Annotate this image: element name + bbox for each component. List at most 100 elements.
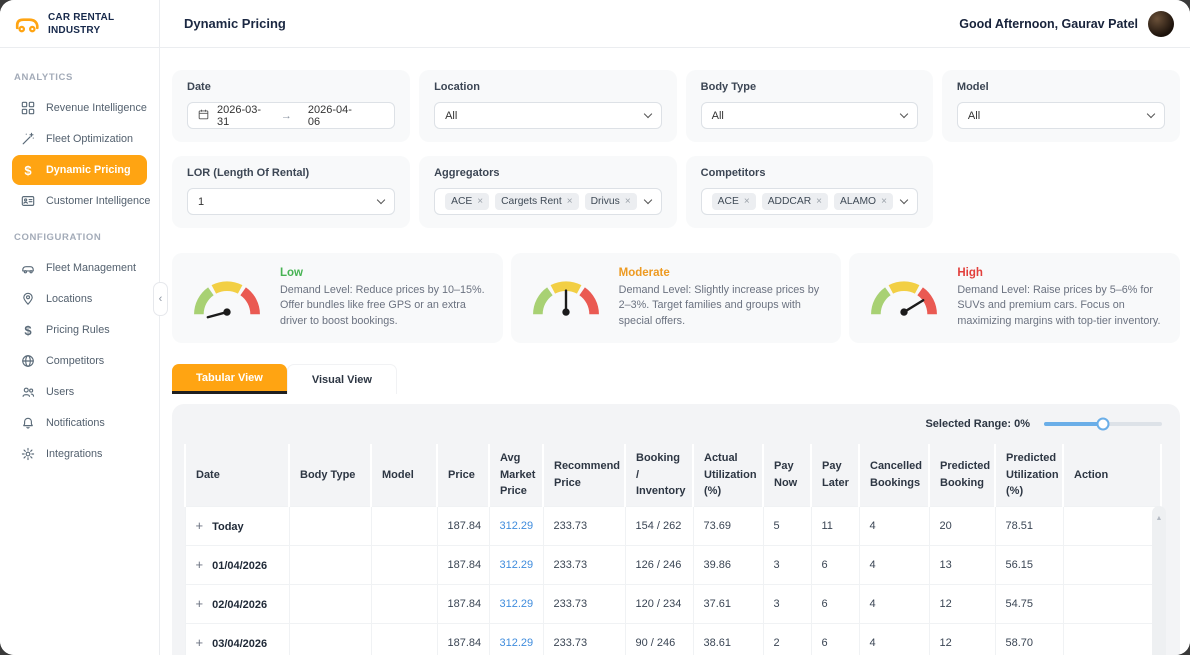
sidebar-item-integrations[interactable]: Integrations [12, 439, 147, 469]
model-value: All [968, 110, 980, 122]
cell-price: 187.84 [437, 545, 489, 584]
cell-actual_utilization: 39.86 [693, 545, 763, 584]
range-slider-handle[interactable] [1097, 418, 1110, 431]
cell-date: +03/04/2026 [185, 623, 289, 655]
sidebar-item-users[interactable]: Users [12, 377, 147, 407]
tab-tabular-view[interactable]: Tabular View [172, 364, 287, 394]
gauge-low-icon [190, 273, 264, 323]
range-slider[interactable] [1044, 422, 1162, 426]
remove-chip-icon[interactable]: × [744, 196, 750, 207]
demand-level-title: Low [280, 267, 485, 279]
lor-select[interactable]: 1 [187, 188, 395, 215]
filter-label: Model [957, 81, 1165, 93]
cell-avg_market_price[interactable]: 312.29 [489, 584, 543, 623]
cell-pay_now: 3 [763, 584, 811, 623]
remove-chip-icon[interactable]: × [567, 196, 573, 207]
cell-date: +02/04/2026 [185, 584, 289, 623]
id-card-icon [20, 193, 36, 209]
location-value: All [445, 110, 457, 122]
sidebar-item-dynamic-pricing[interactable]: $ Dynamic Pricing [12, 155, 147, 185]
cell-avg_market_price[interactable]: 312.29 [489, 623, 543, 655]
chevron-down-icon [643, 196, 651, 204]
user-avatar[interactable] [1148, 11, 1174, 37]
column-header-actual_utilization: Actual Utilization (%) [693, 444, 763, 506]
table-scrollbar[interactable]: ▲ [1152, 506, 1166, 655]
sidebar-item-label: Customer Intelligence [46, 195, 150, 207]
cell-avg_market_price[interactable]: 312.29 [489, 545, 543, 584]
cell-date: +01/04/2026 [185, 545, 289, 584]
chip-aggregator[interactable]: Drivus× [585, 193, 637, 210]
sidebar-section-configuration: CONFIGURATION [0, 232, 159, 243]
chip-aggregator[interactable]: ACE× [445, 193, 489, 210]
filter-lor: LOR (Length Of Rental) 1 [172, 156, 410, 228]
cell-body_type [289, 584, 371, 623]
cell-predicted_booking: 12 [929, 623, 995, 655]
cell-pay_later: 6 [811, 584, 859, 623]
sidebar-item-label: Pricing Rules [46, 324, 110, 336]
filter-date: Date 2026-03-31 → 2026-04-06 [172, 70, 410, 142]
greeting-text: Good Afternoon, Gaurav Patel [959, 17, 1138, 31]
chevron-down-icon [900, 110, 908, 118]
globe-icon [20, 353, 36, 369]
aggregators-multiselect[interactable]: ACE× Cargets Rent× Drivus× [434, 188, 662, 215]
expand-row-button[interactable]: + [196, 596, 204, 611]
filters: Date 2026-03-31 → 2026-04-06 Location Al… [172, 70, 1180, 228]
cell-recommend_price: 233.73 [543, 506, 625, 545]
scroll-up-icon[interactable]: ▲ [1156, 515, 1163, 522]
date-end: 2026-04-06 [308, 104, 356, 128]
cell-pay_now: 2 [763, 623, 811, 655]
sidebar-item-competitors[interactable]: Competitors [12, 346, 147, 376]
sidebar-item-label: Integrations [46, 448, 102, 460]
chip-competitor[interactable]: ACE× [712, 193, 756, 210]
body-type-select[interactable]: All [701, 102, 918, 129]
chip-aggregator[interactable]: Cargets Rent× [495, 193, 579, 210]
cell-predicted_utilization: 58.70 [995, 623, 1063, 655]
table-row: +01/04/2026187.84312.29233.73126 / 24639… [185, 545, 1161, 584]
sidebar-item-notifications[interactable]: Notifications [12, 408, 147, 438]
sidebar-item-locations[interactable]: Locations [12, 284, 147, 314]
filter-label: LOR (Length Of Rental) [187, 167, 395, 179]
body-type-value: All [712, 110, 724, 122]
sidebar-item-pricing-rules[interactable]: $ Pricing Rules [12, 315, 147, 345]
filter-competitors: Competitors ACE× ADDCAR× ALAMO× [686, 156, 933, 228]
cell-body_type [289, 545, 371, 584]
range-slider-fill [1044, 422, 1103, 426]
users-icon [20, 384, 36, 400]
column-header-price: Price [437, 444, 489, 506]
location-select[interactable]: All [434, 102, 662, 129]
sidebar-item-revenue-intelligence[interactable]: Revenue Intelligence [12, 93, 147, 123]
cell-actual_utilization: 38.61 [693, 623, 763, 655]
column-header-predicted_utilization: Predicted Utilization (%) [995, 444, 1063, 506]
chip-competitor[interactable]: ADDCAR× [762, 193, 828, 210]
demand-level-cards: Low Demand Level: Reduce prices by 10–15… [172, 253, 1180, 343]
model-select[interactable]: All [957, 102, 1165, 129]
remove-chip-icon[interactable]: × [625, 196, 631, 207]
remove-chip-icon[interactable]: × [477, 196, 483, 207]
sidebar-section-analytics: ANALYTICS [0, 72, 159, 83]
cell-recommend_price: 233.73 [543, 584, 625, 623]
pricing-table: DateBody TypeModelPriceAvg Market PriceR… [184, 444, 1162, 655]
expand-row-button[interactable]: + [196, 518, 204, 533]
demand-level-title: Moderate [619, 267, 824, 279]
table-row: +03/04/2026187.84312.29233.7390 / 24638.… [185, 623, 1161, 655]
sidebar-collapse-button[interactable]: ‹ [153, 282, 168, 316]
sidebar-item-customer-intelligence[interactable]: Customer Intelligence [12, 186, 147, 216]
remove-chip-icon[interactable]: × [881, 196, 887, 207]
sidebar-item-fleet-management[interactable]: Fleet Management [12, 253, 147, 283]
chevron-down-icon [643, 110, 651, 118]
sidebar-item-label: Fleet Optimization [46, 133, 133, 145]
expand-row-button[interactable]: + [196, 557, 204, 572]
remove-chip-icon[interactable]: × [816, 196, 822, 207]
cell-predicted_utilization: 56.15 [995, 545, 1063, 584]
sidebar-item-label: Locations [46, 293, 92, 305]
sidebar-item-fleet-optimization[interactable]: Fleet Optimization [12, 124, 147, 154]
cell-avg_market_price[interactable]: 312.29 [489, 506, 543, 545]
expand-row-button[interactable]: + [196, 635, 204, 650]
date-range-input[interactable]: 2026-03-31 → 2026-04-06 [187, 102, 395, 129]
demand-level-description: Demand Level: Slightly increase prices b… [619, 283, 824, 330]
page-title: Dynamic Pricing [184, 16, 286, 31]
chip-competitor[interactable]: ALAMO× [834, 193, 893, 210]
competitors-multiselect[interactable]: ACE× ADDCAR× ALAMO× [701, 188, 918, 215]
tab-visual-view[interactable]: Visual View [287, 364, 397, 394]
filter-body-type: Body Type All [686, 70, 933, 142]
